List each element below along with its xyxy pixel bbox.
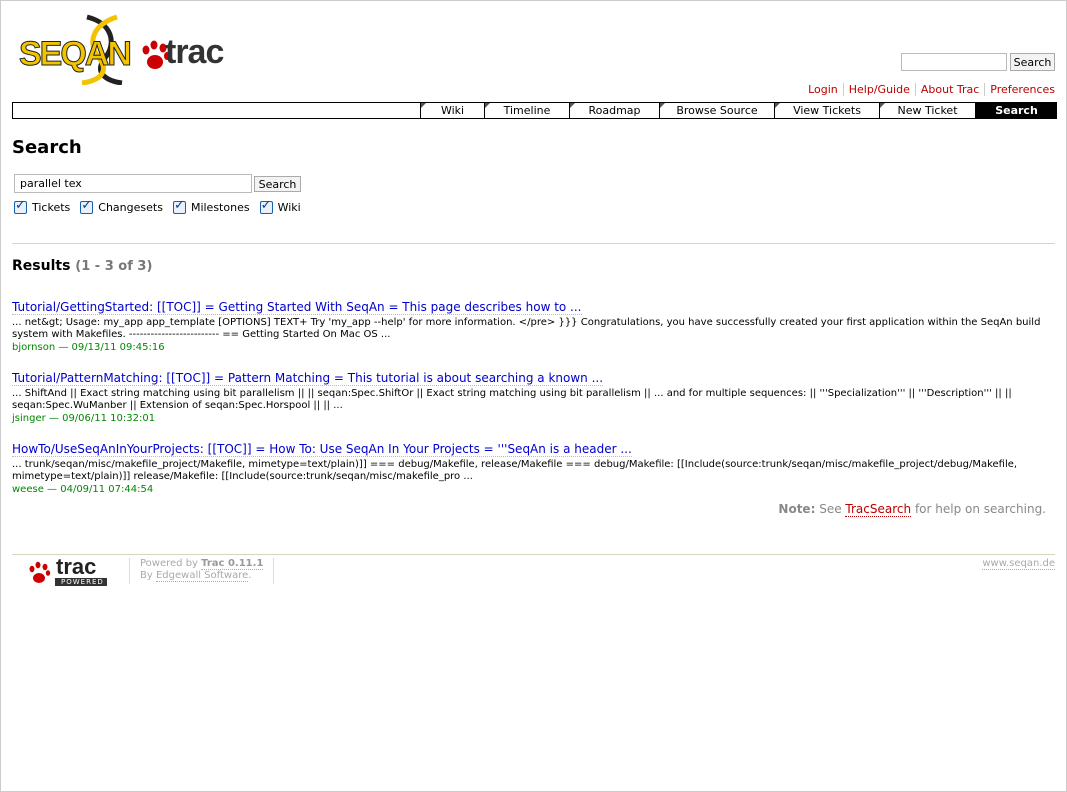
filter-label: Milestones (190, 201, 250, 214)
result-title-link[interactable]: Tutorial/GettingStarted: [[TOC]] = Getti… (12, 300, 582, 315)
result-author: weese (12, 484, 44, 495)
filter-label: Tickets (32, 201, 71, 214)
seqan-trac-logo[interactable]: SEQAN trac (17, 13, 232, 85)
changesets-checkbox[interactable] (80, 198, 94, 214)
help-note: Note: See TracSearch for help on searchi… (741, 502, 1046, 517)
result-excerpt: ... net&gt; Usage: my_app app_template [… (12, 317, 1041, 340)
result-item: Tutorial/PatternMatching: [[TOC]] = Patt… (12, 367, 1042, 424)
powered-by-label: Powered by (140, 558, 198, 569)
filter-label: Wiki (277, 201, 301, 214)
page-title: Search (12, 137, 82, 158)
results-count: (1 - 3 of 3) (75, 259, 153, 274)
result-author: bjornson (12, 342, 56, 353)
top-search-button[interactable]: Search (1010, 53, 1055, 71)
tracsearch-link[interactable]: TracSearch (845, 502, 912, 517)
divider (12, 243, 1055, 244)
filter-wiki[interactable]: Wiki (259, 198, 301, 214)
tab-browse-source[interactable]: Browse Source (659, 103, 774, 118)
by-label: By (140, 570, 153, 581)
seqan-logo-text: SEQAN (19, 35, 133, 74)
wiki-checkbox[interactable] (259, 198, 273, 214)
note-pre: See (819, 502, 842, 516)
result-date: 04/09/11 07:44:54 (60, 484, 154, 495)
about-trac-link[interactable]: About Trac (914, 83, 985, 96)
tab-wiki[interactable]: Wiki (420, 103, 484, 118)
result-title-link[interactable]: HowTo/UseSeqAnInYourProjects: [[TOC]] = … (12, 442, 632, 457)
result-meta: jsinger — 09/06/11 10:32:01 (12, 413, 156, 424)
results-title: Results (12, 258, 71, 274)
powered-by: Powered by Trac 0.11.1 By Edgewall Softw… (129, 558, 275, 584)
search-button[interactable]: Search (254, 176, 301, 192)
trac-logo-text: trac (165, 33, 224, 71)
trac-logo-powered: POWERED (61, 578, 104, 586)
filter-milestones[interactable]: Milestones (172, 198, 250, 214)
login-link[interactable]: Login (803, 83, 843, 96)
tab-search[interactable]: Search (975, 103, 1057, 118)
trac-logo-word: trac (56, 554, 97, 579)
result-meta: bjornson — 09/13/11 09:45:16 (12, 342, 165, 353)
seqan-site-link[interactable]: www.seqan.de (982, 558, 1055, 570)
result-meta: weese — 04/09/11 07:44:54 (12, 484, 154, 495)
meta-navigation: Login Help/Guide About Trac Preferences (801, 83, 1055, 96)
note-post: for help on searching. (914, 502, 1046, 516)
site-link: www.seqan.de (961, 558, 1055, 570)
edgewall-link[interactable]: Edgewall Software (155, 570, 249, 582)
result-excerpt: ... trunk/seqan/misc/makefile_project/Ma… (12, 459, 1018, 482)
note-label: Note: (778, 502, 816, 516)
result-item: Tutorial/GettingStarted: [[TOC]] = Getti… (12, 296, 1042, 353)
filter-changesets[interactable]: Changesets (80, 198, 163, 214)
main-navigation: Wiki Timeline Roadmap Browse Source View… (12, 102, 1057, 119)
tab-new-ticket[interactable]: New Ticket (879, 103, 975, 118)
search-query-input[interactable] (14, 174, 252, 193)
tab-timeline[interactable]: Timeline (484, 103, 569, 118)
tickets-checkbox[interactable] (14, 198, 27, 214)
search-filters: Tickets Changesets Milestones Wiki (14, 198, 311, 214)
help-guide-link[interactable]: Help/Guide (842, 83, 915, 96)
tab-roadmap[interactable]: Roadmap (569, 103, 659, 118)
preferences-link[interactable]: Preferences (984, 83, 1055, 96)
milestones-checkbox[interactable] (172, 198, 186, 214)
trac-version-link[interactable]: Trac 0.11.1 (201, 558, 264, 570)
filter-label: Changesets (98, 201, 163, 214)
footer-divider (12, 554, 1055, 555)
result-excerpt: ... ShiftAnd || Exact string matching us… (12, 388, 1012, 411)
result-date: 09/13/11 09:45:16 (71, 342, 165, 353)
result-title-link[interactable]: Tutorial/PatternMatching: [[TOC]] = Patt… (12, 371, 604, 386)
results-heading: Results (1 - 3 of 3) (12, 258, 152, 274)
result-item: HowTo/UseSeqAnInYourProjects: [[TOC]] = … (12, 438, 1042, 495)
trac-powered-logo[interactable]: trac POWERED (27, 554, 109, 588)
filter-tickets[interactable]: Tickets (14, 198, 71, 214)
result-author: jsinger (12, 413, 46, 424)
tab-view-tickets[interactable]: View Tickets (774, 103, 879, 118)
top-search-input[interactable] (901, 53, 1007, 71)
result-date: 09/06/11 10:32:01 (62, 413, 156, 424)
